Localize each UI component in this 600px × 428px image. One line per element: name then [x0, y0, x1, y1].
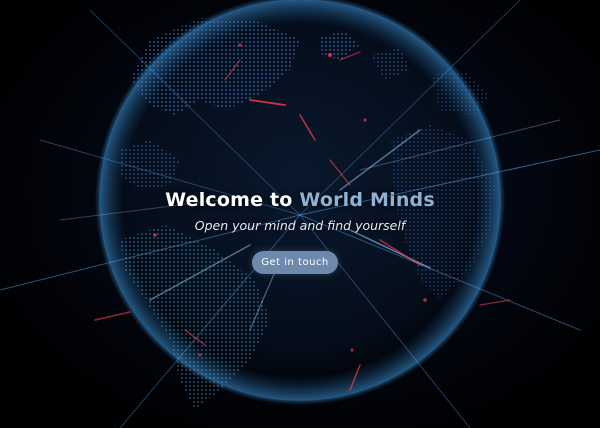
hero-content: Welcome to World Minds Open your mind an… [0, 0, 600, 428]
get-in-touch-button[interactable]: Get in touch [252, 251, 338, 274]
hero-subtitle: Open your mind and find yourself [194, 218, 406, 233]
hero-title-prefix: Welcome to [165, 189, 300, 211]
hero-title: Welcome to World Minds [0, 189, 600, 211]
hero-title-accent: World Minds [299, 189, 435, 211]
hero-section: Welcome to World Minds Open your mind an… [0, 0, 600, 428]
